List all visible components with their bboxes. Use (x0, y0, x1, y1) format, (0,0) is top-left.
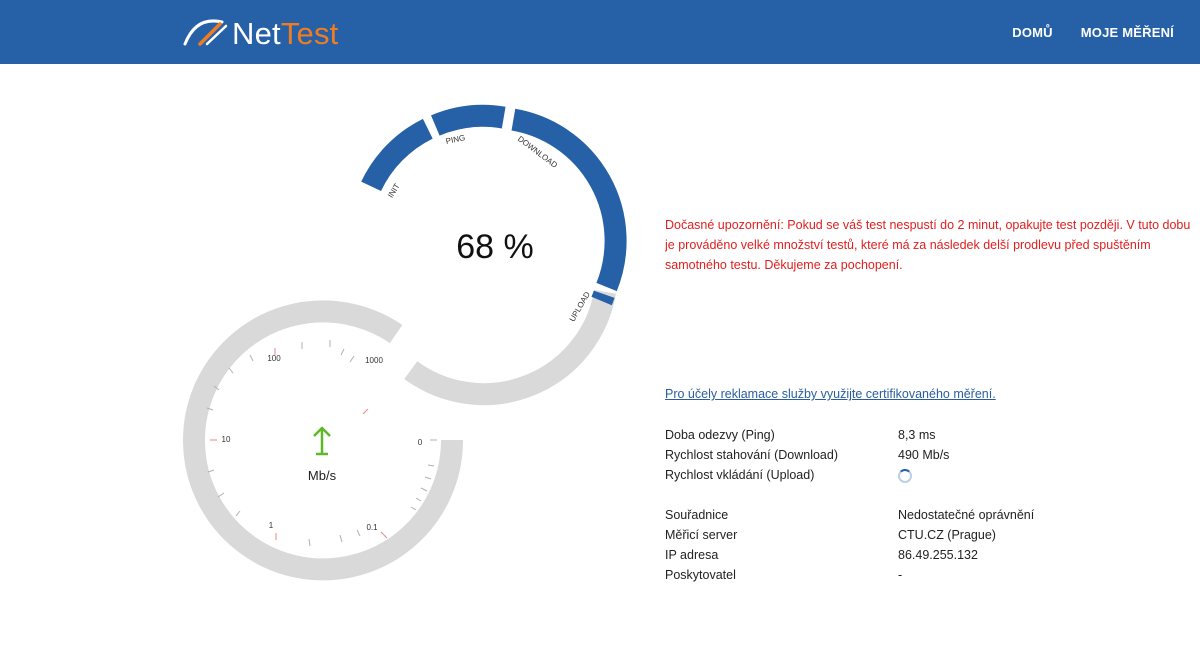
progress-segment-init (361, 118, 433, 192)
info-value: Nedostatečné oprávnění (898, 508, 1035, 522)
tick-label-10: 10 (222, 435, 231, 444)
gauges-svg: INIT PING DOWNLOAD UPLOAD 68 % 0 0.1 1 1… (183, 104, 627, 581)
info-row-ip: IP adresa 86.49.255.132 (665, 545, 1145, 565)
nav-my-measurements-link[interactable]: MOJE MĚŘENÍ (1081, 25, 1174, 40)
info-value: CTU.CZ (Prague) (898, 528, 996, 542)
result-value: 8,3 ms (898, 428, 936, 442)
result-value: 490 Mb/s (898, 448, 950, 462)
result-value-pending (898, 465, 912, 489)
notice-line-1: Dočasné upozornění: Pokud se váš test ne… (665, 218, 1191, 232)
notice-line-2: je prováděno velké množství testů, které… (665, 238, 1151, 252)
result-label: Rychlost stahování (Download) (665, 448, 838, 462)
tick-label-1000: 1000 (365, 356, 383, 365)
result-label: Doba odezvy (Ping) (665, 428, 775, 442)
info-row-coordinates: Souřadnice Nedostatečné oprávnění (665, 505, 1145, 525)
logo-text-test: Test (280, 16, 339, 51)
upload-arrow-icon (313, 426, 331, 456)
info-value: - (898, 568, 903, 582)
temporary-notice: Dočasné upozornění: Pokud se váš test ne… (665, 215, 1200, 275)
phase-label-init: INIT (386, 182, 402, 200)
certified-measurement-link[interactable]: Pro účely reklamace služby využijte cert… (665, 387, 996, 401)
tick-label-0: 0 (418, 438, 423, 447)
nav-home-link[interactable]: DOMŮ (1012, 25, 1053, 40)
notice-line-3: samotného testu. Děkujeme za pochopení. (665, 258, 903, 272)
tick-label-0-1: 0.1 (366, 523, 378, 532)
progress-ring: INIT PING DOWNLOAD UPLOAD 68 % (361, 104, 627, 406)
result-label: Rychlost vkládání (Upload) (665, 468, 815, 482)
speed-test-gauges: INIT PING DOWNLOAD UPLOAD 68 % 0 0.1 1 1… (0, 64, 640, 650)
progress-percent: 68 % (456, 228, 534, 266)
info-row-server: Měřicí server CTU.CZ (Prague) (665, 525, 1145, 545)
speed-unit-label: Mb/s (308, 468, 337, 483)
tick-label-100: 100 (267, 354, 281, 363)
info-label: IP adresa (665, 548, 719, 562)
result-row-ping: Doba odezvy (Ping) 8,3 ms (665, 425, 1145, 445)
loading-spinner-icon (898, 469, 912, 483)
info-value: 86.49.255.132 (898, 548, 978, 562)
progress-segment-upload (591, 290, 615, 306)
speedometer-logo-icon (183, 19, 228, 46)
result-row-upload: Rychlost vkládání (Upload) (665, 465, 1145, 485)
info-row-provider: Poskytovatel - (665, 565, 1145, 585)
info-label: Poskytovatel (665, 568, 736, 582)
progress-segment-ping (431, 104, 506, 136)
result-row-download: Rychlost stahování (Download) 490 Mb/s (665, 445, 1145, 465)
logo-text-net: Net (232, 16, 281, 51)
tick-label-1: 1 (269, 521, 274, 530)
phase-label-ping: PING (445, 133, 466, 146)
logo-wordmark: NetTest (232, 16, 339, 52)
top-navigation-bar: NetTest DOMŮ MOJE MĚŘENÍ (0, 0, 1200, 64)
info-label: Souřadnice (665, 508, 729, 522)
speedometer: 0 0.1 1 10 100 1000 Mb/s (183, 300, 464, 581)
results-panel: Doba odezvy (Ping) 8,3 ms Rychlost staho… (665, 425, 1145, 585)
main-nav: DOMŮ MOJE MĚŘENÍ (1012, 0, 1174, 64)
info-label: Měřicí server (665, 528, 738, 542)
